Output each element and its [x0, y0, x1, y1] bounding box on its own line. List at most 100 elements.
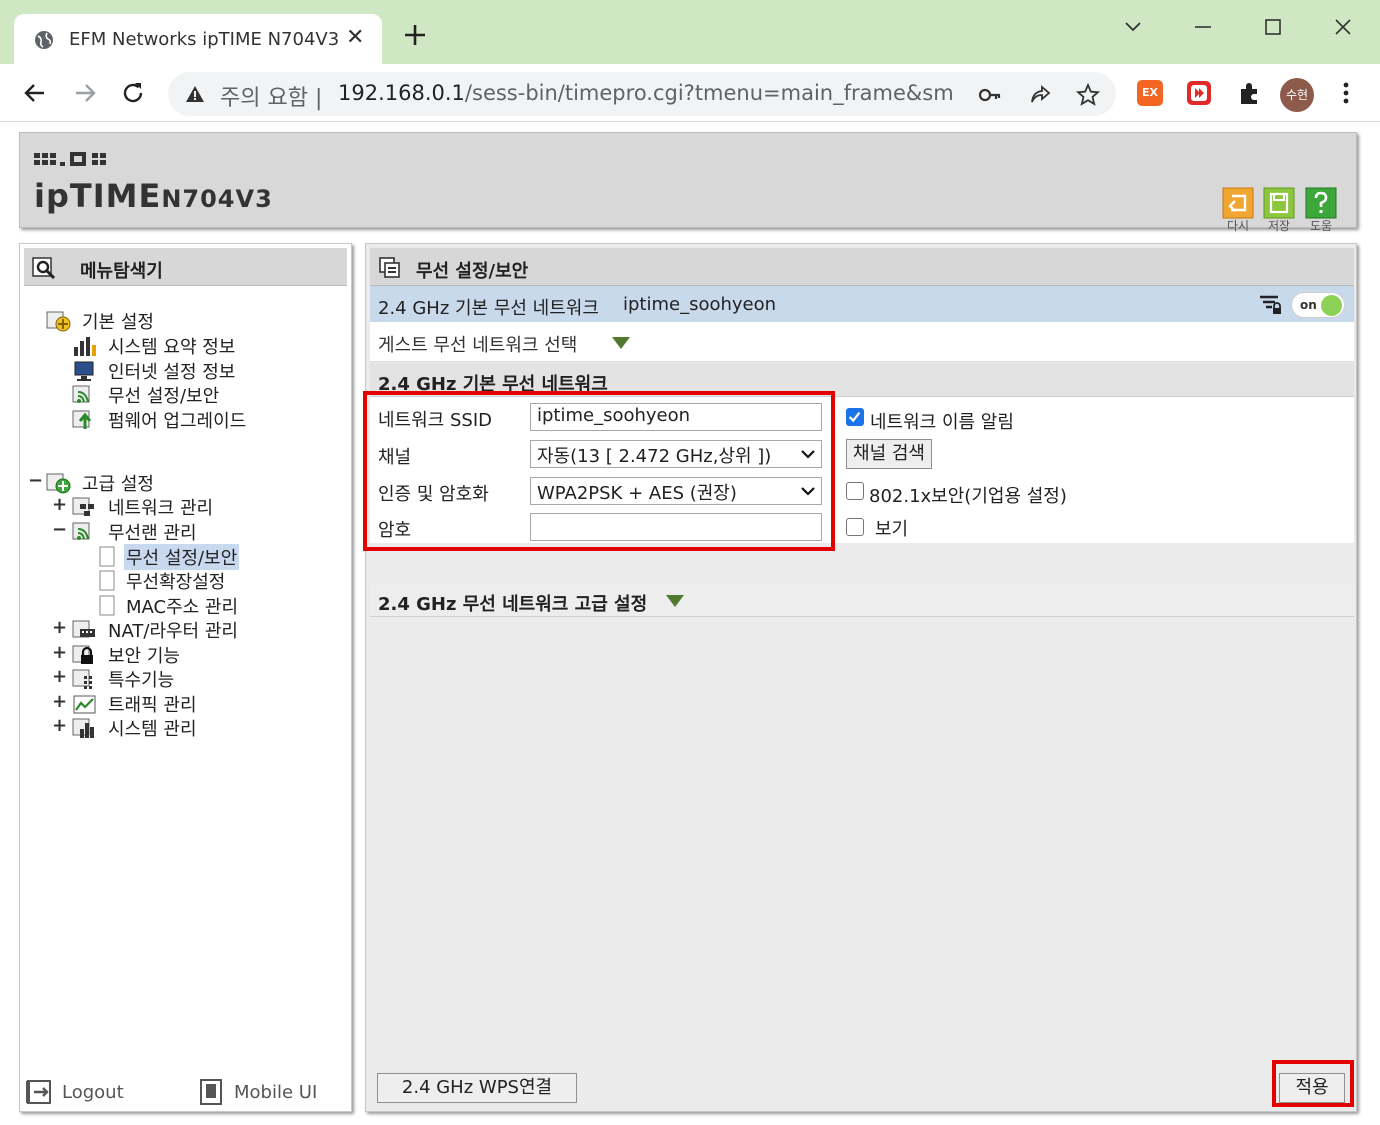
- bookmark-star-icon[interactable]: [1076, 83, 1100, 107]
- expand-toggle[interactable]: +: [52, 715, 67, 736]
- tree-item-label: NAT/라우터 관리: [108, 621, 238, 642]
- tree-item-label: 무선랜 관리: [108, 523, 197, 544]
- tree-item-label: 시스템 관리: [108, 719, 197, 740]
- maximize-icon[interactable]: [1258, 12, 1288, 42]
- guest-network-label: 게스트 무선 네트워크 선택: [378, 335, 578, 356]
- show-password-label[interactable]: 보기: [875, 515, 908, 541]
- iptime-pixel-logo: [34, 152, 106, 166]
- toggle-knob: [1321, 295, 1342, 316]
- page-icon: [99, 570, 115, 591]
- dropdown-triangle-icon[interactable]: [612, 337, 630, 349]
- lock-icon: [72, 645, 93, 664]
- network-name: iptime_soohyeon: [623, 294, 777, 315]
- magnifier-icon: [32, 257, 56, 280]
- mobile-phone-icon: [200, 1079, 222, 1105]
- warning-icon[interactable]: [185, 84, 205, 104]
- tree-item-traffic[interactable]: + 트래픽 관리: [52, 691, 312, 716]
- broadcast-ssid-checkbox[interactable]: [846, 408, 864, 426]
- enterprise-security-label[interactable]: 802.1x보안(기업용 설정): [869, 482, 1067, 508]
- upgrade-icon: [72, 410, 92, 429]
- url-path: /sess-bin/timepro.cgi?tmenu=main_frame&s…: [464, 81, 953, 105]
- tree-item-label: 무선 설정/보안: [108, 386, 220, 407]
- extension-ex-icon[interactable]: EX: [1137, 80, 1163, 106]
- key-icon[interactable]: [978, 83, 1002, 107]
- section-advanced-network[interactable]: 2.4 GHz 무선 네트워크 고급 설정: [370, 583, 1354, 617]
- guest-network-selector[interactable]: 게스트 무선 네트워크 선택: [370, 322, 1354, 362]
- mobile-ui-label: Mobile UI: [234, 1082, 318, 1103]
- address-bar[interactable]: 주의 요함 | 192.168.0.1/sess-bin/timepro.cgi…: [168, 72, 1116, 116]
- channel-scan-button[interactable]: 채널 검색: [846, 439, 932, 469]
- page-icon: [99, 595, 115, 616]
- extension-media-icon[interactable]: [1186, 80, 1212, 106]
- window-close-icon[interactable]: [1328, 12, 1358, 42]
- window-icon: [379, 257, 400, 278]
- security-warning-label[interactable]: 주의 요함 |: [220, 80, 322, 112]
- expand-toggle[interactable]: +: [52, 494, 67, 515]
- browser-tab[interactable]: EFM Networks ipTIME N704V3 ✕: [14, 14, 382, 64]
- page-icon: [99, 546, 115, 567]
- tree-item-system[interactable]: + 시스템 관리: [52, 715, 312, 740]
- router-model: N704V3: [161, 185, 273, 213]
- tree-group-advanced-label: 고급 설정: [82, 474, 154, 495]
- settings-folder-icon: [46, 473, 71, 494]
- panel-header: 무선 설정/보안: [370, 248, 1354, 286]
- minimize-icon[interactable]: [1188, 12, 1218, 42]
- tree-item-wireless-lan[interactable]: − 무선랜 관리: [52, 519, 312, 544]
- highlight-box-apply: [1272, 1060, 1354, 1107]
- menu-explorer-title: 메뉴탐색기: [80, 261, 163, 282]
- collapse-toggle[interactable]: −: [52, 519, 67, 540]
- new-tab-icon[interactable]: [402, 22, 428, 48]
- undo-label[interactable]: 다시: [1222, 217, 1254, 234]
- tree-item-nat[interactable]: + NAT/라우터 관리: [52, 617, 312, 642]
- tree-group-advanced[interactable]: − 고급 설정: [28, 470, 208, 495]
- wifi-on-toggle[interactable]: on: [1291, 292, 1345, 318]
- expand-toggle[interactable]: +: [52, 617, 67, 638]
- url-host: 192.168.0.1: [338, 81, 465, 105]
- url-text[interactable]: 192.168.0.1/sess-bin/timepro.cgi?tmenu=m…: [338, 81, 953, 105]
- network-icon: [72, 497, 94, 516]
- logout-link[interactable]: Logout: [26, 1079, 166, 1107]
- bar-chart-icon: [72, 718, 94, 738]
- tree-subitem-wireless-security[interactable]: 무선 설정/보안: [98, 544, 298, 570]
- wps-connect-button[interactable]: 2.4 GHz WPS연결: [377, 1073, 577, 1103]
- menu-explorer: 메뉴탐색기 기본 설정 시스템 요약 정보 인터넷 설정 정보 무선 설정/보안…: [19, 243, 352, 1112]
- back-arrow-icon[interactable]: [22, 80, 48, 106]
- tree-item-label: 무선확장설정: [126, 572, 226, 593]
- enterprise-security-checkbox[interactable]: [846, 482, 864, 500]
- browser-tab-strip: EFM Networks ipTIME N704V3 ✕: [0, 0, 1380, 64]
- expand-toggle[interactable]: +: [52, 642, 67, 663]
- tree-item-security[interactable]: + 보안 기능: [52, 642, 312, 667]
- expand-triangle-icon[interactable]: [666, 595, 684, 607]
- tree-subitem-wireless-extend[interactable]: 무선확장설정: [98, 568, 298, 593]
- help-icon[interactable]: [1305, 187, 1337, 219]
- tab-search-chevron-icon[interactable]: [1118, 12, 1148, 42]
- save-label[interactable]: 저장: [1263, 217, 1295, 234]
- tree-subitem-mac[interactable]: MAC주소 관리: [98, 593, 298, 618]
- expand-toggle[interactable]: +: [52, 666, 67, 687]
- mobile-ui-link[interactable]: Mobile UI: [198, 1079, 348, 1107]
- reload-icon[interactable]: [120, 80, 146, 106]
- share-icon[interactable]: [1028, 83, 1052, 107]
- special-function-icon: [72, 669, 92, 689]
- undo-icon[interactable]: [1222, 187, 1254, 219]
- tree-item-label: MAC주소 관리: [126, 597, 239, 618]
- help-label[interactable]: 도움: [1305, 217, 1337, 234]
- show-password-checkbox[interactable]: [846, 518, 864, 536]
- browser-menu-icon[interactable]: [1336, 80, 1356, 106]
- extensions-puzzle-icon[interactable]: [1236, 80, 1262, 106]
- tab-close-icon[interactable]: ✕: [346, 25, 364, 50]
- wifi-lock-icon: [1260, 295, 1281, 314]
- tree-item-label: 트래픽 관리: [108, 695, 197, 716]
- save-icon[interactable]: [1263, 187, 1295, 219]
- profile-avatar[interactable]: 수현: [1280, 78, 1314, 112]
- browser-toolbar: 주의 요함 | 192.168.0.1/sess-bin/timepro.cgi…: [0, 64, 1380, 122]
- collapse-toggle[interactable]: −: [28, 470, 43, 491]
- broadcast-ssid-label[interactable]: 네트워크 이름 알림: [870, 408, 1014, 434]
- iptime-logo: ipTIMEN704V3: [34, 177, 273, 215]
- tree-item-label: 특수기능: [108, 670, 175, 691]
- expand-toggle[interactable]: +: [52, 691, 67, 712]
- forward-arrow-icon[interactable]: [72, 80, 98, 106]
- tree-item-network[interactable]: + 네트워크 관리: [52, 494, 312, 519]
- tree-item-special[interactable]: + 특수기능: [52, 666, 312, 691]
- logo-text: ipTIME: [34, 177, 162, 215]
